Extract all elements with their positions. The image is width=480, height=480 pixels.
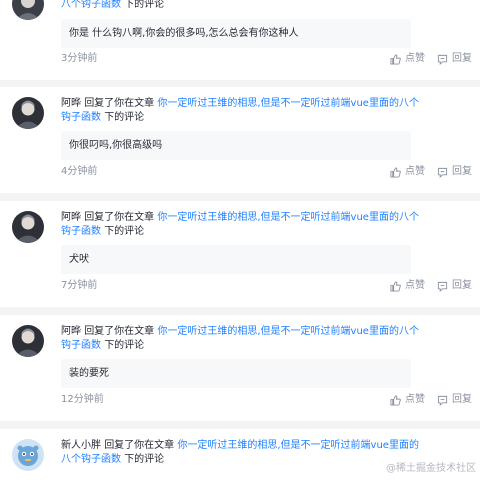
user-name[interactable]: 新人小胖 — [61, 440, 101, 451]
like-button[interactable]: 点赞 — [390, 165, 425, 179]
like-label: 点赞 — [405, 166, 425, 177]
comment-content: 犬吠 — [61, 245, 411, 274]
timestamp: 7分钟前 — [61, 280, 98, 291]
thumbs-up-icon — [390, 166, 401, 178]
timestamp: 4分钟前 — [61, 166, 98, 177]
comment-icon — [437, 281, 448, 292]
notification-header: 阿晔 回复了你在文章 你一定听过王维的相思,但是不一定听过前端vue里面的八个钩… — [61, 325, 421, 353]
notification-card: 八个钩子函数 下的评论 你是 什么钩八啊,你会的很多吗,怎么总会有你这种人 3分… — [0, 0, 480, 80]
reply-label: 回复 — [452, 280, 472, 291]
like-button[interactable]: 点赞 — [390, 52, 425, 66]
header-action: 回复了你在文章 — [84, 326, 155, 337]
notification-header: 八个钩子函数 下的评论 — [61, 0, 421, 12]
header-suffix: 下的评论 — [104, 112, 145, 123]
header-suffix: 下的评论 — [104, 226, 145, 237]
avatar[interactable] — [12, 97, 44, 129]
notification-header: 新人小胖 回复了你在文章 你一定听过王维的相思,但是不一定听过前端vue里面的八… — [61, 439, 421, 467]
like-label: 点赞 — [405, 280, 425, 291]
comment-icon — [437, 54, 448, 65]
reply-button[interactable]: 回复 — [437, 165, 472, 179]
like-button[interactable]: 点赞 — [390, 393, 425, 407]
reply-button[interactable]: 回复 — [437, 393, 472, 407]
like-label: 点赞 — [405, 53, 425, 64]
reply-button[interactable]: 回复 — [437, 52, 472, 66]
user-name[interactable]: 阿晔 — [61, 212, 81, 223]
comment-content: 你很叼吗,你很高级吗 — [61, 131, 411, 160]
header-action: 回复了你在文章 — [84, 98, 155, 109]
reply-label: 回复 — [452, 53, 472, 64]
notification-card: 阿晔 回复了你在文章 你一定听过王维的相思,但是不一定听过前端vue里面的八个钩… — [0, 87, 480, 193]
avatar[interactable] — [12, 0, 44, 20]
reply-button[interactable]: 回复 — [437, 279, 472, 293]
notification-card: 阿晔 回复了你在文章 你一定听过王维的相思,但是不一定听过前端vue里面的八个钩… — [0, 315, 480, 421]
header-action: 回复了你在文章 — [84, 212, 155, 223]
avatar[interactable] — [12, 211, 44, 243]
notification-card: 阿晔 回复了你在文章 你一定听过王维的相思,但是不一定听过前端vue里面的八个钩… — [0, 201, 480, 307]
notification-header: 阿晔 回复了你在文章 你一定听过王维的相思,但是不一定听过前端vue里面的八个钩… — [61, 97, 421, 125]
header-suffix: 下的评论 — [124, 0, 165, 10]
user-name[interactable]: 阿晔 — [61, 326, 81, 337]
avatar[interactable] — [12, 325, 44, 357]
like-button[interactable]: 点赞 — [390, 279, 425, 293]
article-link[interactable]: 八个钩子函数 — [61, 0, 121, 10]
header-suffix: 下的评论 — [124, 454, 165, 465]
like-label: 点赞 — [405, 394, 425, 405]
user-name[interactable]: 阿晔 — [61, 98, 81, 109]
thumbs-up-icon — [390, 53, 401, 65]
reply-label: 回复 — [452, 166, 472, 177]
header-suffix: 下的评论 — [104, 340, 145, 351]
thumbs-up-icon — [390, 394, 401, 406]
watermark: @稀土掘金技术社区 — [386, 463, 476, 474]
timestamp: 3分钟前 — [61, 53, 98, 64]
timestamp: 12分钟前 — [61, 394, 104, 405]
header-action: 回复了你在文章 — [104, 440, 175, 451]
thumbs-up-icon — [390, 280, 401, 292]
comment-content: 你是 什么钩八啊,你会的很多吗,怎么总会有你这种人 — [61, 19, 411, 48]
avatar[interactable] — [12, 439, 44, 471]
comment-icon — [437, 395, 448, 406]
comment-icon — [437, 167, 448, 178]
notification-header: 阿晔 回复了你在文章 你一定听过王维的相思,但是不一定听过前端vue里面的八个钩… — [61, 211, 421, 239]
comment-content: 装的要死 — [61, 359, 411, 388]
reply-label: 回复 — [452, 394, 472, 405]
